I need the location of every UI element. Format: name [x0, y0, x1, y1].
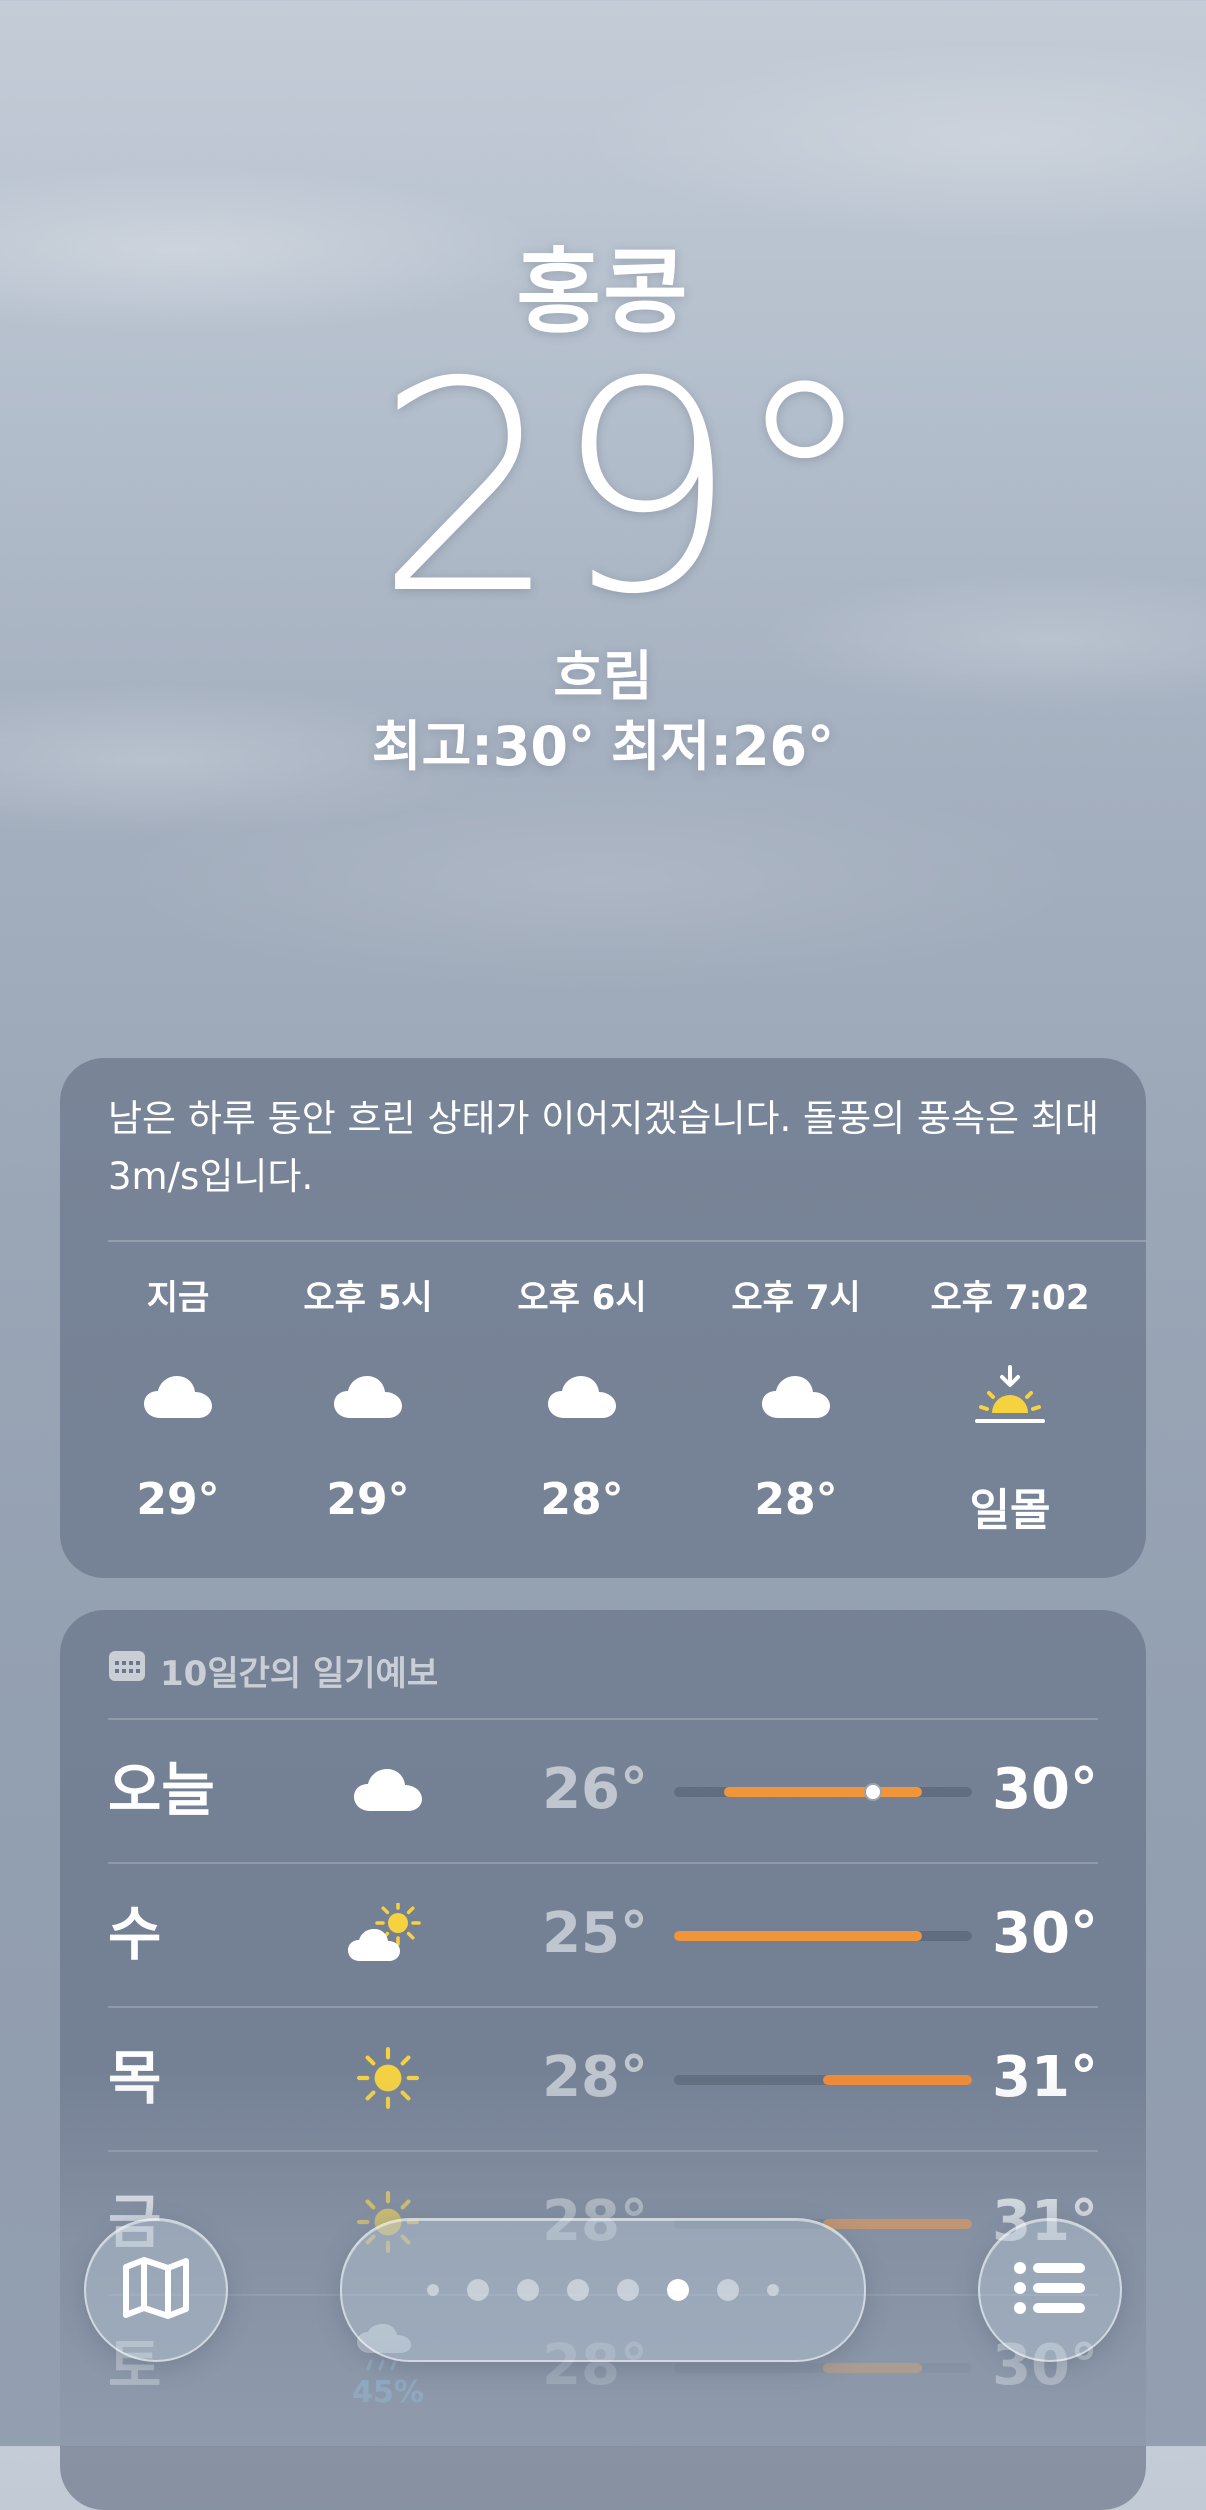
temperature-range-fill — [723, 1787, 923, 1797]
low-temperature: 25° — [542, 1901, 648, 1966]
page-dot[interactable] — [517, 2279, 539, 2301]
precipitation-chance: 45% — [352, 2374, 424, 2410]
page-dot[interactable] — [767, 2284, 779, 2296]
map-button[interactable] — [84, 2218, 228, 2362]
ten-day-title: 10일간의 일기예보 — [160, 1653, 439, 1694]
hourly-item: 오후 6시 28° — [482, 1268, 682, 1525]
page-dot[interactable] — [567, 2279, 589, 2301]
current-condition: 흐림 — [553, 645, 653, 708]
cloud-icon — [268, 1342, 468, 1452]
sunset-icon — [910, 1342, 1110, 1452]
partly-sunny-icon — [338, 1888, 438, 1980]
hour-temperature: 29° — [326, 1474, 410, 1525]
hourly-item: 오후 5시 29° — [268, 1268, 468, 1525]
hour-temperature: 29° — [136, 1474, 220, 1525]
page-indicator[interactable] — [340, 2218, 866, 2362]
forecast-summary: 남은 하루 동안 흐린 상태가 이어지겠습니다. 돌풍의 풍속은 최대 3m/s… — [108, 1097, 1099, 1198]
page-dot[interactable] — [717, 2279, 739, 2301]
current-temperature-marker — [863, 1783, 882, 1801]
ten-day-forecast-card[interactable]: 10일간의 일기예보 오늘 26° 30° 수 25° 30° 목 28° 31° 금 28° 31°… — [60, 1610, 1146, 2510]
page-dot[interactable] — [427, 2284, 439, 2296]
temperature-range-bar — [674, 2075, 972, 2085]
hour-label: 오후 5시 — [303, 1278, 433, 1318]
daily-row[interactable]: 오늘 26° 30° — [108, 1718, 1098, 1862]
temperature-range-fill — [823, 2075, 972, 2085]
temperature-range-fill — [823, 2219, 972, 2229]
hourly-forecast-card[interactable]: 남은 하루 동안 흐린 상태가 이어지겠습니다. 돌풍의 풍속은 최대 3m/s… — [60, 1058, 1146, 1578]
temperature-range-bar — [674, 1783, 972, 1801]
high-temperature: 최고:30° — [371, 715, 595, 778]
high-temperature: 30° — [992, 1757, 1098, 1822]
divider — [108, 1240, 1146, 1242]
hour-temperature: 28° — [754, 1474, 838, 1525]
low-temperature: 26° — [542, 1757, 648, 1822]
hour-temperature: 28° — [540, 1474, 624, 1525]
hour-temperature: 일몰 — [969, 1485, 1051, 1536]
cloud-icon — [338, 1744, 438, 1836]
temperature-range-fill — [674, 1931, 923, 1941]
high-low-temperature: 최고:30° 최저:26° — [0, 702, 1206, 781]
high-temperature: 30° — [992, 1901, 1098, 1966]
day-label: 오늘 — [108, 1756, 215, 1824]
cloud-icon — [482, 1342, 682, 1452]
cloud-icon — [78, 1342, 278, 1452]
hour-label: 지금 — [146, 1278, 210, 1318]
hourly-item: 지금 29° — [78, 1268, 278, 1525]
day-label: 수 — [108, 1900, 162, 1968]
day-label: 목 — [108, 2044, 162, 2112]
high-temperature: 31° — [992, 2045, 1098, 2110]
cloud-icon — [696, 1342, 896, 1452]
sun-icon — [338, 2032, 438, 2124]
location-list-button[interactable] — [978, 2218, 1122, 2362]
hour-label: 오후 7:02 — [930, 1278, 1090, 1318]
divider — [108, 2150, 1098, 2152]
hourly-item: 오후 7:02 일몰 — [910, 1268, 1110, 1538]
list-icon — [1013, 2260, 1087, 2320]
divider — [108, 1862, 1098, 1864]
temperature-range-bar — [674, 2363, 972, 2373]
hour-label: 오후 6시 — [517, 1278, 647, 1318]
page-dot[interactable] — [617, 2279, 639, 2301]
ten-day-header: 10일간의 일기예보 — [108, 1642, 438, 1698]
temperature-range-bar — [674, 1931, 972, 1941]
daily-row[interactable]: 수 25° 30° — [108, 1862, 1098, 2006]
current-temperature: 29° — [374, 321, 877, 658]
temperature-range-fill — [823, 2363, 923, 2373]
hourly-item: 오후 7시 28° — [696, 1268, 896, 1525]
divider — [108, 1718, 1098, 1720]
low-temperature: 최저:26° — [611, 715, 835, 778]
divider — [108, 2006, 1098, 2008]
calendar-icon — [108, 1649, 146, 1692]
daily-row[interactable]: 목 28° 31° — [108, 2006, 1098, 2150]
page-dot-active[interactable] — [667, 2279, 689, 2301]
map-icon — [120, 2255, 192, 2325]
low-temperature: 28° — [542, 2045, 648, 2110]
page-dot[interactable] — [467, 2279, 489, 2301]
hour-label: 오후 7시 — [731, 1278, 861, 1318]
